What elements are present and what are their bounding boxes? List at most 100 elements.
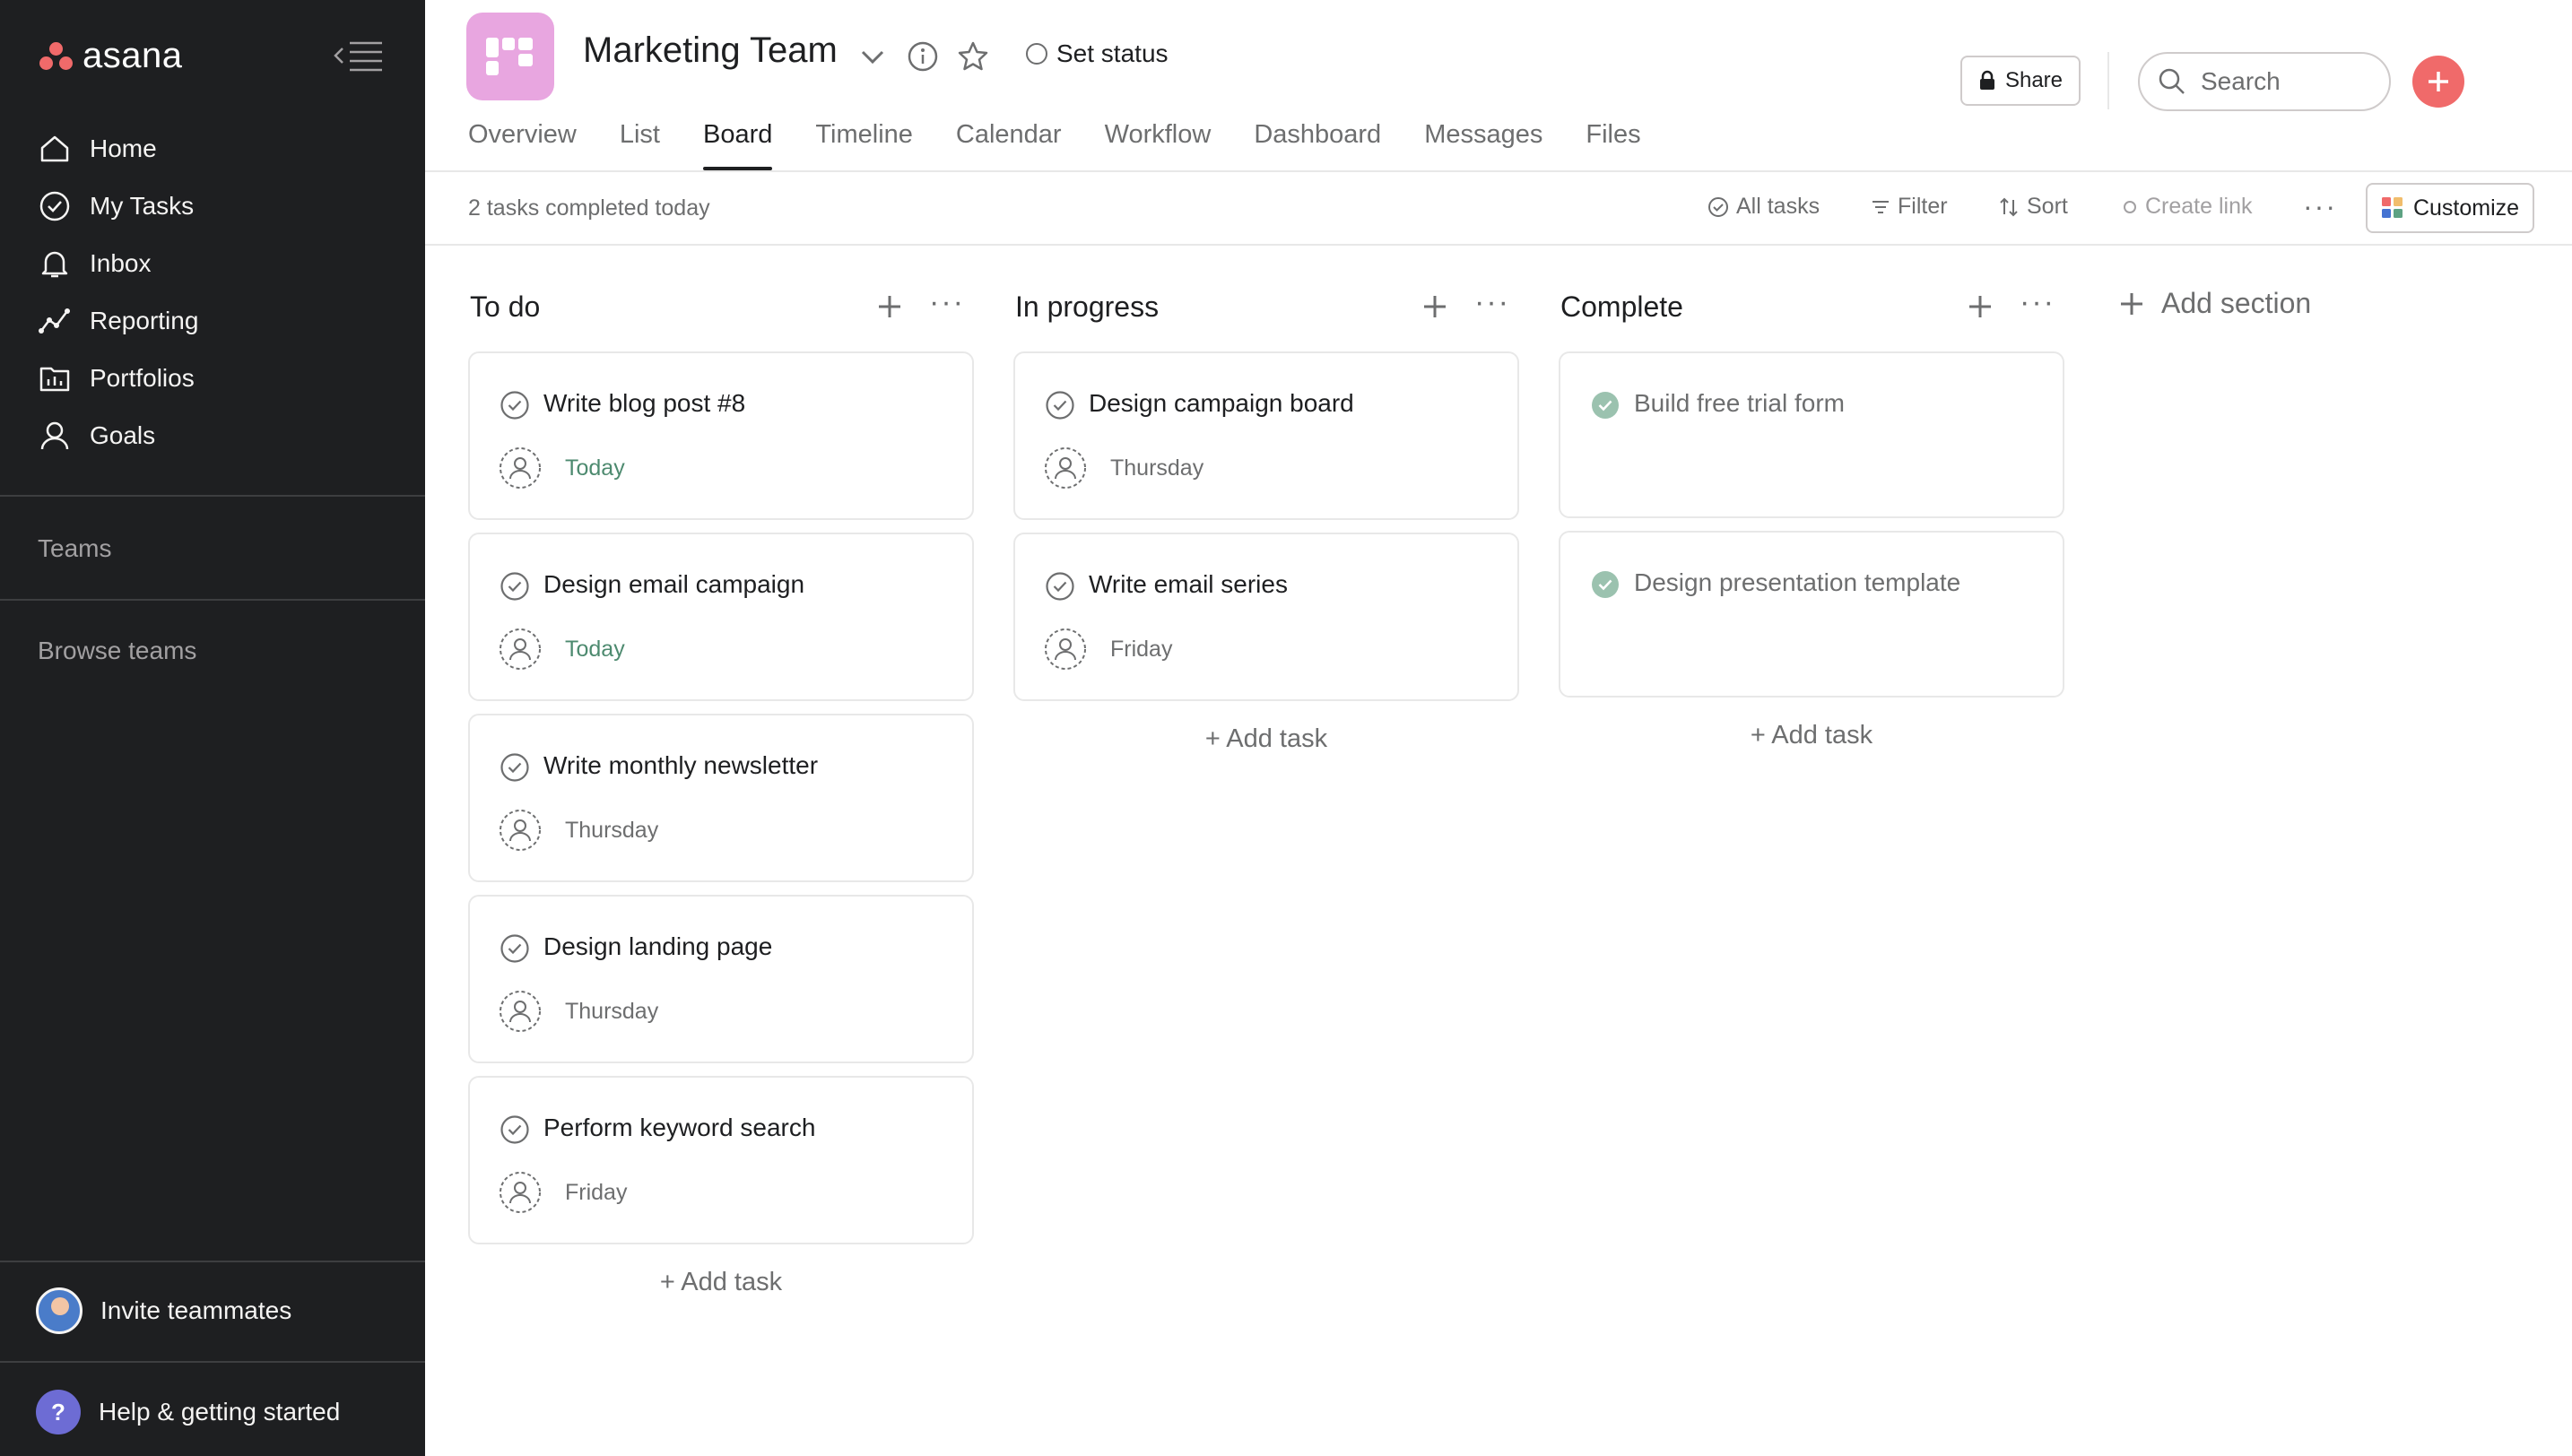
tab-messages[interactable]: Messages — [1424, 120, 1542, 170]
sidebar-item-my-tasks[interactable]: My Tasks — [20, 178, 405, 235]
task-due-date[interactable]: Thursday — [565, 999, 658, 1025]
task-card-completed[interactable]: Build free trial form — [1559, 351, 2064, 518]
sidebar-item-portfolios[interactable]: Portfolios — [20, 350, 405, 407]
create-link-button[interactable]: Create link — [2122, 194, 2253, 220]
help-label: Help & getting started — [99, 1398, 341, 1426]
sidebar-divider — [0, 599, 425, 601]
tab-workflow[interactable]: Workflow — [1105, 120, 1212, 170]
plus-icon — [2121, 292, 2142, 315]
unassigned-avatar-icon[interactable] — [499, 990, 542, 1033]
task-card[interactable]: Design email campaign Today — [468, 533, 974, 701]
sidebar-item-label: Goals — [90, 421, 156, 449]
add-icon[interactable] — [1962, 289, 1998, 325]
check-circle-icon[interactable] — [1044, 389, 1076, 421]
unassigned-avatar-icon[interactable] — [499, 446, 542, 490]
filter-button[interactable]: Filter — [1871, 194, 1948, 220]
sidebar-item-label: Reporting — [90, 307, 199, 334]
task-card[interactable]: Perform keyword search Friday — [468, 1076, 974, 1244]
column-header: Complete ··· — [1559, 269, 2064, 351]
project-icon[interactable] — [466, 13, 554, 100]
task-due-date[interactable]: Thursday — [1110, 455, 1203, 481]
task-due-date[interactable]: Thursday — [565, 818, 658, 844]
column-more-icon[interactable]: ··· — [1474, 285, 1510, 320]
line-chart-icon — [39, 308, 70, 334]
asana-logo-icon — [39, 41, 74, 71]
sort-label: Sort — [2027, 194, 2068, 219]
check-circle-filled-icon[interactable] — [1589, 389, 1621, 421]
check-circle-icon[interactable] — [1044, 570, 1076, 602]
task-card[interactable]: Design campaign board Thursday — [1013, 351, 1519, 520]
info-icon[interactable] — [906, 39, 940, 74]
check-circle-icon[interactable] — [499, 932, 531, 965]
share-button[interactable]: Share — [1960, 56, 2081, 106]
add-task-button[interactable]: + Add task — [468, 1268, 974, 1297]
help-button[interactable]: ? Help & getting started — [36, 1390, 340, 1434]
search-input[interactable] — [2201, 67, 2371, 96]
task-name: Design landing page — [543, 932, 773, 960]
task-due-date[interactable]: Friday — [1110, 637, 1172, 663]
tab-timeline[interactable]: Timeline — [815, 120, 913, 170]
sidebar: asana Home My Tasks Inbox Reporting Port… — [0, 0, 425, 1456]
check-circle-filled-icon[interactable] — [1589, 568, 1621, 601]
browse-teams-link[interactable]: Browse teams — [38, 637, 196, 665]
quick-add-button[interactable] — [2412, 56, 2464, 108]
customize-label: Customize — [2412, 195, 2520, 221]
toolbar-divider — [425, 244, 2572, 246]
star-icon[interactable] — [956, 39, 990, 74]
tab-board[interactable]: Board — [703, 120, 773, 170]
task-card-completed[interactable]: Design presentation template — [1559, 531, 2064, 698]
tab-files[interactable]: Files — [1586, 120, 1640, 170]
add-task-button[interactable]: + Add task — [1013, 724, 1519, 754]
sidebar-teams-heading[interactable]: Teams — [38, 534, 111, 563]
task-card[interactable]: Write monthly newsletter Thursday — [468, 714, 974, 882]
check-circle-icon[interactable] — [499, 389, 531, 421]
lock-icon — [1979, 70, 1994, 90]
search-box[interactable] — [2138, 52, 2391, 111]
asana-logo[interactable]: asana — [39, 36, 182, 76]
invite-teammates-button[interactable]: Invite teammates — [36, 1287, 291, 1334]
check-circle-icon[interactable] — [499, 570, 531, 602]
sidebar-item-inbox[interactable]: Inbox — [20, 235, 405, 292]
unassigned-avatar-icon[interactable] — [1044, 446, 1087, 490]
task-card[interactable]: Design landing page Thursday — [468, 895, 974, 1063]
person-icon — [40, 421, 69, 450]
task-name: Design email campaign — [543, 570, 805, 598]
project-title[interactable]: Marketing Team — [583, 30, 838, 71]
tab-calendar[interactable]: Calendar — [956, 120, 1062, 170]
task-due-date[interactable]: Friday — [565, 1180, 627, 1206]
column-more-icon[interactable]: ··· — [2020, 285, 2055, 320]
sidebar-divider — [0, 1261, 425, 1262]
check-circle-icon[interactable] — [499, 751, 531, 784]
sidebar-item-home[interactable]: Home — [20, 120, 405, 178]
check-circle-icon[interactable] — [499, 1114, 531, 1146]
column-header: To do ··· — [468, 269, 974, 351]
add-section-button[interactable]: Add section — [2118, 287, 2311, 320]
chevron-down-icon[interactable] — [856, 39, 890, 74]
unassigned-avatar-icon[interactable] — [499, 628, 542, 671]
tab-overview[interactable]: Overview — [468, 120, 577, 170]
sidebar-item-goals[interactable]: Goals — [20, 407, 405, 464]
circle-icon — [2124, 200, 2136, 213]
task-due-date[interactable]: Today — [565, 637, 625, 663]
all-tasks-button[interactable]: All tasks — [1707, 194, 1820, 220]
add-task-button[interactable]: + Add task — [1559, 721, 2064, 750]
column-more-icon[interactable]: ··· — [929, 285, 965, 320]
tab-dashboard[interactable]: Dashboard — [1254, 120, 1381, 170]
add-icon[interactable] — [872, 289, 908, 325]
sort-button[interactable]: Sort — [1998, 194, 2068, 220]
sidebar-item-reporting[interactable]: Reporting — [20, 292, 405, 350]
unassigned-avatar-icon[interactable] — [499, 1171, 542, 1214]
set-status-button[interactable]: Set status — [1026, 39, 1169, 68]
collapse-sidebar-icon[interactable] — [334, 39, 384, 72]
unassigned-avatar-icon[interactable] — [499, 809, 542, 852]
task-due-date[interactable]: Today — [565, 455, 625, 481]
tab-list[interactable]: List — [620, 120, 660, 170]
add-icon[interactable] — [1417, 289, 1453, 325]
task-card[interactable]: Write email series Friday — [1013, 533, 1519, 701]
customize-button[interactable]: Customize — [2366, 183, 2534, 233]
set-status-label: Set status — [1056, 39, 1169, 67]
all-tasks-label: All tasks — [1736, 194, 1820, 219]
unassigned-avatar-icon[interactable] — [1044, 628, 1087, 671]
task-card[interactable]: Write blog post #8 Today — [468, 351, 974, 520]
toolbar-more-icon[interactable]: ··· — [2303, 190, 2337, 223]
